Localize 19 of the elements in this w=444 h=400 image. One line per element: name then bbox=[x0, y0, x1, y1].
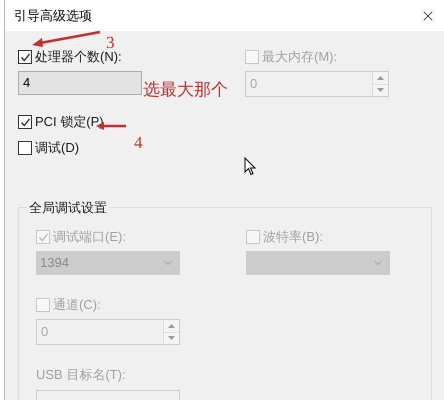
option-label: USB 目标名(T): bbox=[36, 366, 126, 384]
dropdown-field[interactable]: 4 bbox=[18, 71, 142, 95]
cursor-icon bbox=[244, 157, 256, 176]
down-arrow-icon bbox=[377, 88, 384, 92]
up-arrow-icon bbox=[168, 324, 175, 328]
option-label: 最大内存(M): bbox=[262, 48, 338, 66]
arrow bbox=[30, 30, 102, 48]
annotation-text: 选最大那个 bbox=[143, 79, 228, 101]
checkbox-label: 调试(D) bbox=[35, 139, 80, 158]
checkbox[interactable] bbox=[18, 115, 32, 129]
option-label: 调试端口(E): bbox=[53, 228, 126, 246]
option-label: 通道(C): bbox=[53, 296, 101, 314]
down-arrow-icon bbox=[168, 336, 175, 340]
window-title: 引导高级选项 bbox=[14, 6, 92, 25]
annotation-number: 4 bbox=[134, 132, 142, 154]
checkbox[interactable] bbox=[18, 141, 32, 155]
checkbox[interactable] bbox=[18, 50, 32, 64]
option-label: 波特率(B): bbox=[263, 228, 323, 246]
up-arrow-icon bbox=[377, 76, 384, 80]
